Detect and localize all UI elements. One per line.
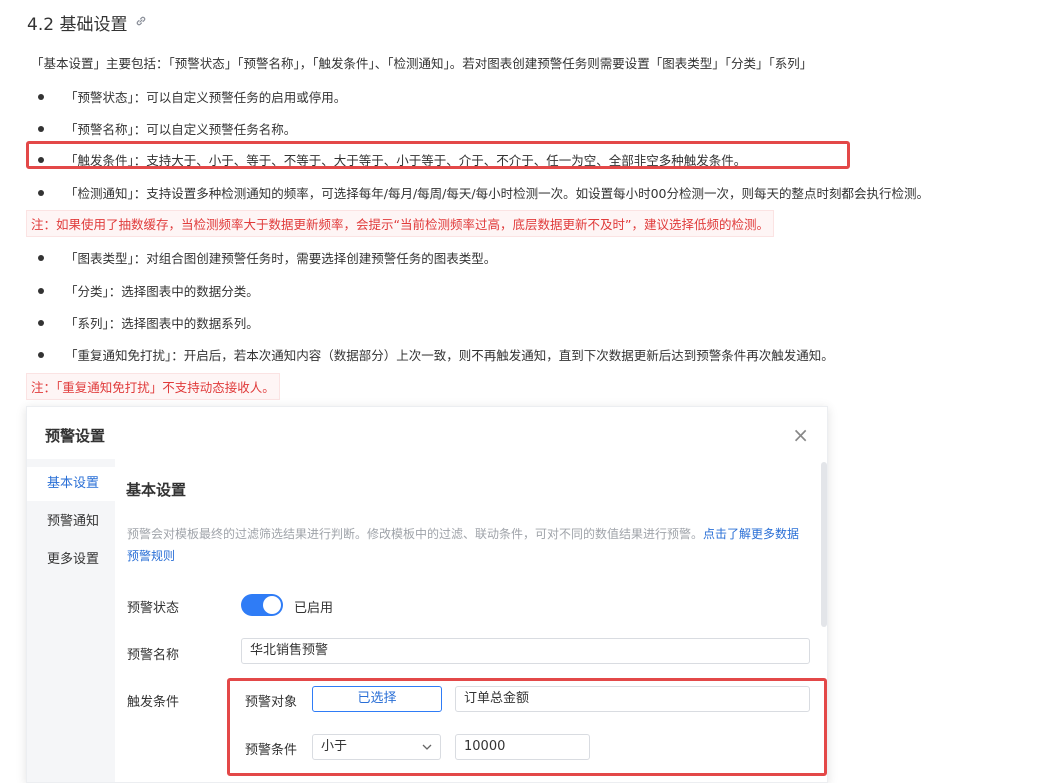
bullet-text: 「预警名称」：可以自定义预警任务名称。 — [65, 122, 297, 137]
tab-more-settings[interactable]: 更多设置 — [27, 543, 115, 577]
intro-paragraph: 「基本设置」主要包括：「预警状态」「预警名称」，「触发条件」、「检测通知」。若对… — [31, 56, 813, 71]
list-item: 「分类」：选择图表中的数据分类。 — [38, 281, 259, 300]
note-dynamic-receiver: 注：「重复通知免打扰」不支持动态接收人。 — [26, 373, 280, 400]
bullet-dot — [38, 125, 44, 132]
scrollbar[interactable] — [821, 462, 827, 627]
section-description: 预警会对模板最终的过滤筛选结果进行判断。修改模板中的过滤、联动条件，可对不同的数… — [127, 523, 807, 567]
dialog-sidebar: 基本设置 预警通知 更多设置 — [27, 459, 115, 782]
list-item: 「系列」：选择图表中的数据系列。 — [38, 313, 259, 332]
page-heading: 4.2 基础设置 — [27, 10, 147, 35]
list-item: 「图表类型」：对组合图创建预警任务时，需要选择创建预警任务的图表类型。 — [38, 248, 496, 267]
heading-text: 4.2 基础设置 — [27, 15, 128, 35]
bullet-text: 「系列」：选择图表中的数据系列。 — [65, 316, 259, 331]
bullet-text: 「分类」：选择图表中的数据分类。 — [65, 284, 259, 299]
highlight-box-conditions — [227, 678, 827, 776]
bullet-dot — [38, 254, 44, 261]
section-title: 基本设置 — [126, 481, 187, 499]
list-item: 「预警状态」：可以自定义预警任务的启用或停用。 — [38, 87, 346, 106]
name-input[interactable]: 华北销售预警 — [241, 638, 810, 664]
status-value: 已启用 — [294, 601, 334, 616]
bullet-text: 「重复通知免打扰」：开启后，若本次通知内容（数据部分）上次一致，则不再触发通知，… — [65, 348, 834, 363]
dialog-title: 预警设置 — [45, 427, 106, 445]
note-cache: 注：如果使用了抽数缓存，当检测频率大于数据更新频率，会提示“当前检测频率过高，底… — [26, 210, 774, 237]
description-text: 预警会对模板最终的过滤筛选结果进行判断。修改模板中的过滤、联动条件，可对不同的数… — [127, 527, 704, 541]
bullet-text: 「检测通知」：支持设置多种检测通知的频率，可选择每年/每月/每周/每天/每小时检… — [65, 186, 930, 201]
link-icon[interactable] — [135, 15, 147, 31]
tab-alert-notification[interactable]: 预警通知 — [27, 505, 115, 539]
bullet-dot — [38, 287, 44, 294]
bullet-dot — [38, 351, 44, 358]
status-toggle[interactable] — [241, 594, 283, 616]
list-item: 「检测通知」：支持设置多种检测通知的频率，可选择每年/每月/每周/每天/每小时检… — [38, 183, 929, 202]
tab-basic-settings[interactable]: 基本设置 — [27, 467, 115, 501]
list-item: 「预警名称」：可以自定义预警任务名称。 — [38, 119, 296, 138]
list-item: 「重复通知免打扰」：开启后，若本次通知内容（数据部分）上次一致，则不再触发通知，… — [38, 345, 834, 364]
bullet-text: 「预警状态」：可以自定义预警任务的启用或停用。 — [65, 90, 347, 105]
bullet-dot — [38, 189, 44, 196]
close-icon[interactable]: × — [792, 425, 809, 445]
bullet-dot — [38, 93, 44, 100]
highlight-box-trigger — [26, 141, 850, 169]
status-label: 预警状态 — [127, 601, 180, 616]
bullet-dot — [38, 319, 44, 326]
bullet-text: 「图表类型」：对组合图创建预警任务时，需要选择创建预警任务的图表类型。 — [65, 251, 497, 266]
toggle-knob — [263, 596, 281, 614]
trigger-label: 触发条件 — [127, 695, 180, 710]
name-label: 预警名称 — [127, 648, 180, 663]
